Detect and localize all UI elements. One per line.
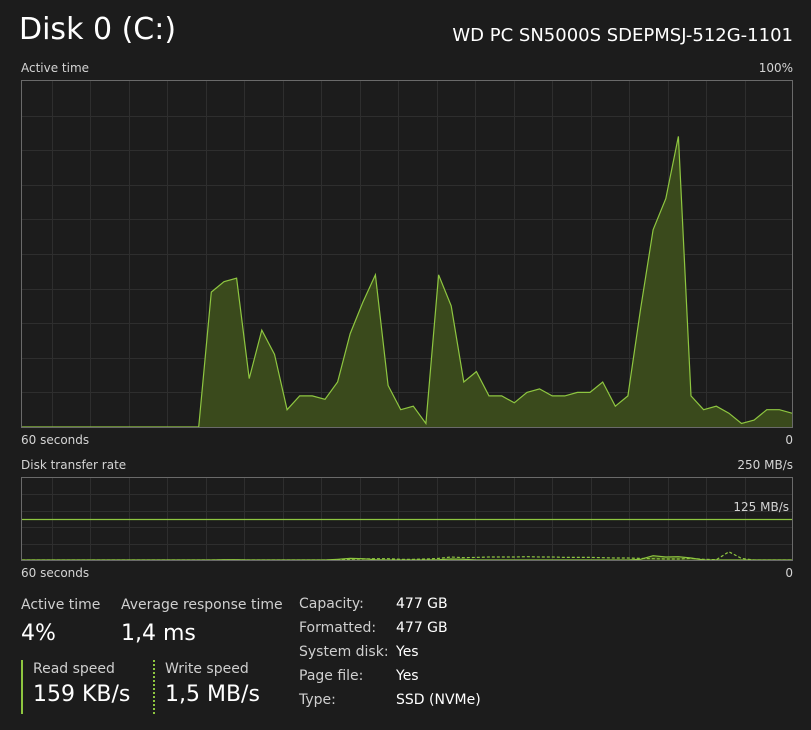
property-key: Formatted: bbox=[299, 620, 377, 636]
transfer-rate-graph bbox=[21, 477, 793, 561]
active-time-stat-value: 4% bbox=[21, 621, 56, 646]
write-speed-stat: Write speed 1,5 MB/s bbox=[153, 660, 260, 714]
property-value: 477 GB bbox=[396, 620, 448, 636]
active-time-series-area bbox=[22, 136, 792, 427]
properties-list: Capacity: 477 GB Formatted: 477 GB Syste… bbox=[299, 596, 599, 716]
active-time-max-label: 100% bbox=[758, 61, 793, 75]
read-speed-label: Read speed bbox=[33, 661, 115, 677]
property-value: Yes bbox=[396, 668, 419, 684]
transfer-rate-graph-label: Disk transfer rate bbox=[21, 458, 127, 472]
active-time-min-label: 0 bbox=[785, 433, 793, 447]
active-time-graph bbox=[21, 80, 793, 428]
property-key: System disk: bbox=[299, 644, 389, 660]
transfer-rate-duration-label: 60 seconds bbox=[21, 566, 90, 580]
active-time-chart bbox=[22, 81, 792, 427]
property-row: System disk: Yes bbox=[299, 644, 599, 668]
property-value: 477 GB bbox=[396, 596, 448, 612]
property-key: Page file: bbox=[299, 668, 364, 684]
read-speed-value: 159 KB/s bbox=[33, 682, 131, 707]
transfer-rate-mid-label: 125 MB/s bbox=[733, 500, 789, 514]
transfer-rate-max-label: 250 MB/s bbox=[737, 458, 793, 472]
property-row: Type: SSD (NVMe) bbox=[299, 692, 599, 716]
avg-response-stat-label: Average response time bbox=[121, 597, 283, 613]
disk-title: Disk 0 (C:) bbox=[19, 12, 177, 47]
property-key: Type: bbox=[299, 692, 336, 708]
write-speed-value: 1,5 MB/s bbox=[165, 682, 260, 707]
disk-model: WD PC SN5000S SDEPMSJ-512G-1101 bbox=[452, 25, 793, 46]
property-row: Capacity: 477 GB bbox=[299, 596, 599, 620]
write-speed-label: Write speed bbox=[165, 661, 249, 677]
property-key: Capacity: bbox=[299, 596, 364, 612]
avg-response-stat-value: 1,4 ms bbox=[121, 621, 196, 646]
active-time-duration-label: 60 seconds bbox=[21, 433, 90, 447]
property-value: Yes bbox=[396, 644, 419, 660]
property-row: Page file: Yes bbox=[299, 668, 599, 692]
active-time-stat-label: Active time bbox=[21, 597, 101, 613]
read-speed-stat: Read speed 159 KB/s bbox=[21, 660, 130, 714]
transfer-rate-min-label: 0 bbox=[785, 566, 793, 580]
property-value: SSD (NVMe) bbox=[396, 692, 481, 708]
transfer-rate-chart bbox=[22, 478, 792, 560]
active-time-graph-label: Active time bbox=[21, 61, 90, 75]
property-row: Formatted: 477 GB bbox=[299, 620, 599, 644]
